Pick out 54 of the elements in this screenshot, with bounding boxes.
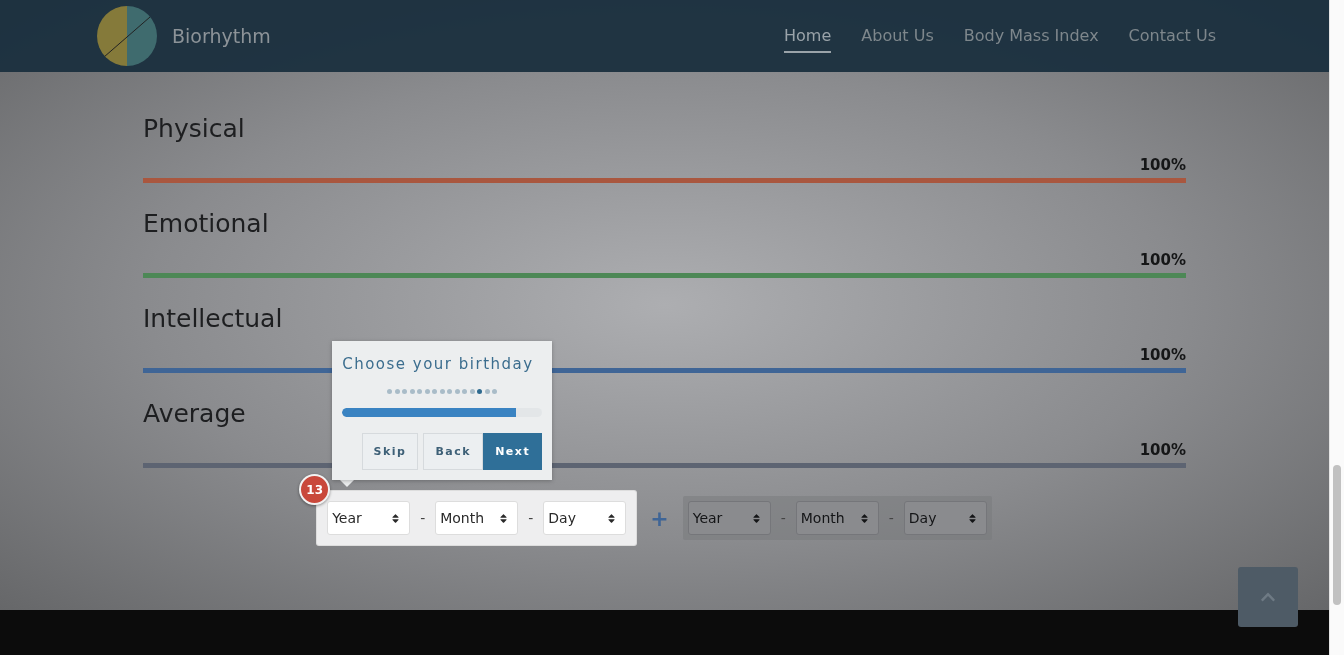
step-dot[interactable] xyxy=(477,389,483,394)
nav-link[interactable]: Body Mass Index xyxy=(963,19,1099,53)
step-badge: 13 xyxy=(299,474,331,505)
date-separator: - xyxy=(780,510,786,526)
tour-button[interactable]: Next xyxy=(483,433,543,470)
date-select[interactable]: Month xyxy=(795,501,879,535)
step-dot[interactable] xyxy=(432,389,438,394)
sort-icon xyxy=(858,512,870,524)
date-separator: - xyxy=(420,510,426,526)
date-select[interactable]: Day xyxy=(903,501,987,535)
metric-reading: 100% xyxy=(1139,250,1186,270)
step-dot[interactable] xyxy=(469,389,475,394)
date-select[interactable]: Month xyxy=(435,501,519,535)
logo-icon xyxy=(96,5,158,67)
sort-icon xyxy=(750,512,762,524)
date-select[interactable]: Year xyxy=(687,501,771,535)
date-separator: - xyxy=(888,510,894,526)
metric-label: Emotional xyxy=(143,209,270,239)
sort-icon xyxy=(390,512,402,524)
metric-reading: 100% xyxy=(1139,440,1186,460)
plus-sign: + xyxy=(650,505,669,531)
sort-icon xyxy=(966,512,978,524)
metric-label: Average xyxy=(143,399,247,429)
step-dot[interactable] xyxy=(394,389,400,394)
step-dot[interactable] xyxy=(439,389,445,394)
back-to-top-button[interactable] xyxy=(1238,567,1298,627)
nav-link[interactable]: About Us xyxy=(861,19,934,53)
scrollbar[interactable] xyxy=(1329,0,1344,655)
step-dot[interactable] xyxy=(462,389,468,394)
step-dot[interactable] xyxy=(484,389,490,394)
metric-reading: 100% xyxy=(1139,345,1186,365)
tour-button[interactable]: Skip xyxy=(361,433,419,470)
step-dot[interactable] xyxy=(424,389,430,394)
step-dot[interactable] xyxy=(454,389,460,394)
step-dot[interactable] xyxy=(402,389,408,394)
sort-icon xyxy=(498,512,510,524)
step-dot[interactable] xyxy=(492,389,498,394)
step-dot[interactable] xyxy=(387,389,393,394)
metric-label: Intellectual xyxy=(143,304,284,334)
metric-reading: 100% xyxy=(1139,155,1186,175)
step-dot[interactable] xyxy=(417,389,423,394)
metric-label: Physical xyxy=(143,114,246,144)
date-select[interactable]: Day xyxy=(543,501,627,535)
nav-link[interactable]: Home xyxy=(784,19,832,53)
step-dot[interactable] xyxy=(409,389,415,394)
tour-button[interactable]: Back xyxy=(423,433,484,470)
date-separator: - xyxy=(528,510,534,526)
nav-link[interactable]: Contact Us xyxy=(1128,19,1216,53)
sort-icon xyxy=(606,512,618,524)
brand-name[interactable]: Biorhythm xyxy=(172,25,271,47)
scrollbar-thumb[interactable] xyxy=(1333,465,1341,605)
date-select[interactable]: Year xyxy=(327,501,411,535)
step-dot[interactable] xyxy=(447,389,453,394)
popover-title: Choose your birthday xyxy=(342,355,535,373)
